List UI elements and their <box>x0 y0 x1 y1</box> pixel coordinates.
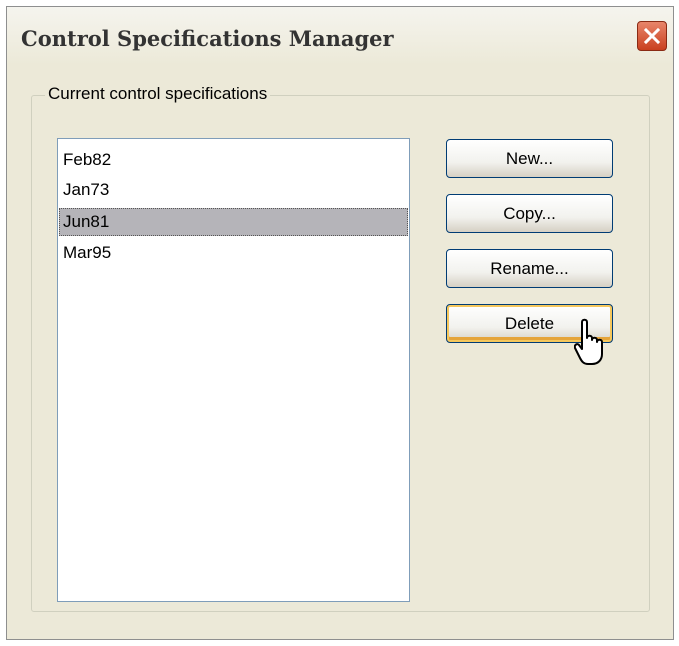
list-item[interactable]: Mar95 <box>59 239 408 267</box>
title-bar[interactable]: Control Specifications Manager <box>7 7 673 65</box>
delete-button[interactable]: Delete <box>446 304 613 343</box>
specifications-listbox[interactable]: Feb82 Jan73 Jun81 Mar95 <box>57 138 410 602</box>
list-item[interactable]: Feb82 <box>59 146 408 174</box>
close-icon <box>643 27 661 45</box>
copy-button[interactable]: Copy... <box>446 194 613 233</box>
list-item[interactable]: Jan73 <box>59 176 408 204</box>
new-button[interactable]: New... <box>446 139 613 178</box>
window-title: Control Specifications Manager <box>21 26 394 51</box>
close-button[interactable] <box>637 21 667 51</box>
groupbox-label: Current control specifications <box>45 84 271 104</box>
list-item-selected[interactable]: Jun81 <box>59 208 408 236</box>
rename-button[interactable]: Rename... <box>446 249 613 288</box>
